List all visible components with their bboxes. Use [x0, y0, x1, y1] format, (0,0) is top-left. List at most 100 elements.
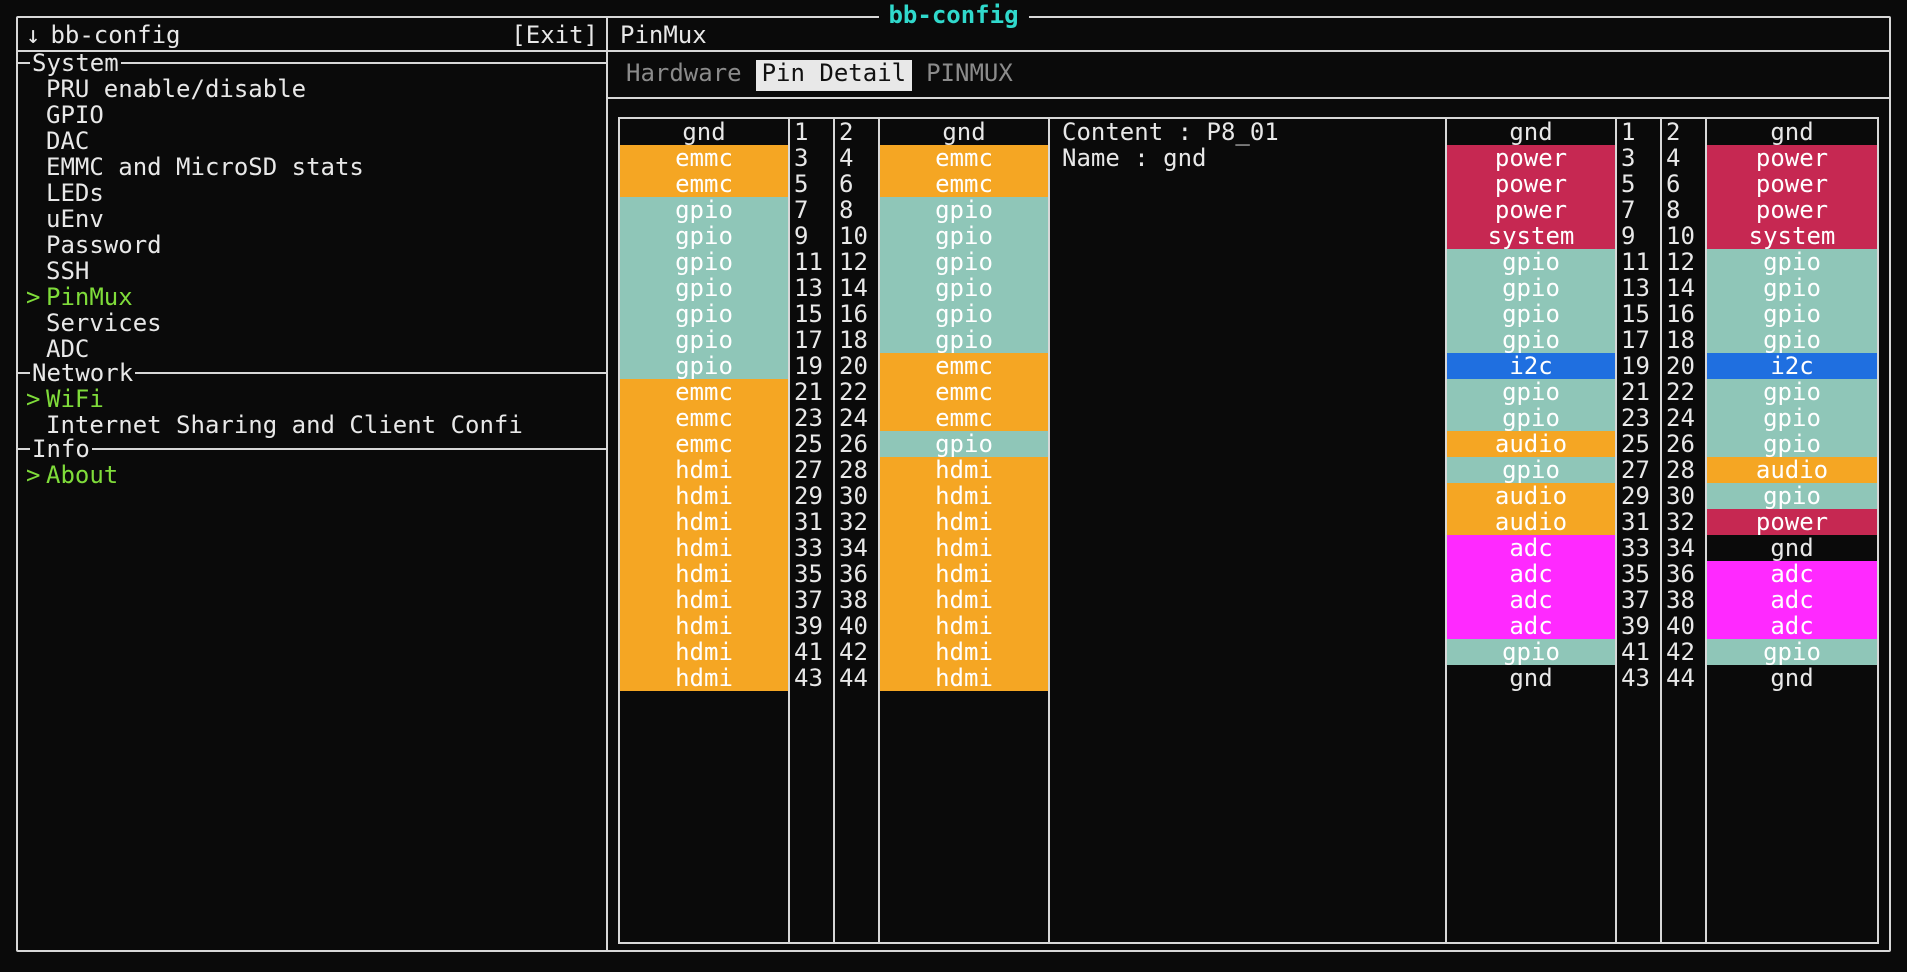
tab[interactable]: PINMUX [920, 60, 1019, 90]
pin-func-cell[interactable]: hdmi [880, 561, 1048, 587]
sidebar-item[interactable]: DAC [18, 128, 606, 154]
pin-func-cell[interactable]: gpio [880, 327, 1048, 353]
pin-func-cell[interactable]: gpio [880, 249, 1048, 275]
pin-func-cell[interactable]: gpio [880, 197, 1048, 223]
pin-func-cell[interactable]: gpio [1447, 457, 1615, 483]
pin-func-cell[interactable]: audio [1447, 483, 1615, 509]
pin-func-cell[interactable]: gnd [880, 119, 1048, 145]
pin-func-cell[interactable]: emmc [880, 353, 1048, 379]
sidebar-item[interactable]: SSH [18, 258, 606, 284]
pin-func-cell[interactable]: emmc [880, 171, 1048, 197]
pin-func-cell[interactable]: power [1707, 171, 1877, 197]
exit-button[interactable]: [Exit] [511, 22, 598, 48]
pin-func-cell[interactable]: gpio [620, 301, 788, 327]
pin-func-cell[interactable]: i2c [1447, 353, 1615, 379]
tab[interactable]: Pin Detail [756, 60, 913, 90]
pin-func-cell[interactable]: gpio [1447, 405, 1615, 431]
pin-func-cell[interactable]: adc [1707, 587, 1877, 613]
pin-func-cell[interactable]: adc [1447, 561, 1615, 587]
pin-func-cell[interactable]: gpio [1707, 405, 1877, 431]
pin-func-cell[interactable]: audio [1707, 457, 1877, 483]
pin-func-cell[interactable]: audio [1447, 509, 1615, 535]
pin-func-cell[interactable]: adc [1447, 613, 1615, 639]
sidebar-item[interactable]: uEnv [18, 206, 606, 232]
pin-func-cell[interactable]: hdmi [620, 639, 788, 665]
pin-func-cell[interactable]: gpio [1447, 639, 1615, 665]
pin-func-cell[interactable]: gpio [620, 275, 788, 301]
sidebar-item[interactable]: Internet Sharing and Client Confi [18, 412, 606, 438]
pin-func-cell[interactable]: i2c [1707, 353, 1877, 379]
pin-func-cell[interactable]: gpio [1707, 249, 1877, 275]
pin-func-cell[interactable]: gpio [1707, 327, 1877, 353]
sidebar-item[interactable]: LEDs [18, 180, 606, 206]
pin-func-cell[interactable]: hdmi [880, 509, 1048, 535]
sidebar-item[interactable]: >About [18, 462, 606, 488]
pin-func-cell[interactable]: hdmi [880, 639, 1048, 665]
pin-func-cell[interactable]: hdmi [880, 457, 1048, 483]
pin-func-cell[interactable]: gnd [620, 119, 788, 145]
pin-func-cell[interactable]: gpio [1447, 249, 1615, 275]
pin-func-cell[interactable]: hdmi [620, 665, 788, 691]
pin-func-cell[interactable]: system [1707, 223, 1877, 249]
pin-func-cell[interactable]: adc [1707, 561, 1877, 587]
pin-func-cell[interactable]: gnd [1447, 119, 1615, 145]
pin-func-cell[interactable]: hdmi [620, 613, 788, 639]
pin-func-cell[interactable]: adc [1447, 587, 1615, 613]
pin-func-cell[interactable]: gpio [880, 301, 1048, 327]
pin-func-cell[interactable]: gpio [880, 431, 1048, 457]
pin-func-cell[interactable]: gpio [1707, 275, 1877, 301]
pin-func-cell[interactable]: gnd [1707, 119, 1877, 145]
pin-func-cell[interactable]: hdmi [880, 587, 1048, 613]
pin-func-cell[interactable]: gpio [880, 223, 1048, 249]
pin-func-cell[interactable]: power [1447, 197, 1615, 223]
pin-func-cell[interactable]: hdmi [880, 535, 1048, 561]
pin-func-cell[interactable]: gpio [1447, 301, 1615, 327]
tab[interactable]: Hardware [620, 60, 748, 90]
pin-func-cell[interactable]: power [1447, 145, 1615, 171]
pin-func-cell[interactable]: hdmi [620, 457, 788, 483]
pin-func-cell[interactable]: power [1447, 171, 1615, 197]
sidebar-item[interactable]: PRU enable/disable [18, 76, 606, 102]
pin-func-cell[interactable]: gpio [1707, 483, 1877, 509]
pin-func-cell[interactable]: emmc [620, 405, 788, 431]
pin-func-cell[interactable]: gpio [880, 275, 1048, 301]
pin-func-cell[interactable]: gnd [1707, 535, 1877, 561]
pin-func-cell[interactable]: gpio [620, 249, 788, 275]
pin-func-cell[interactable]: gpio [1447, 275, 1615, 301]
pin-func-cell[interactable]: power [1707, 509, 1877, 535]
pin-func-cell[interactable]: gpio [620, 327, 788, 353]
pin-func-cell[interactable]: hdmi [620, 561, 788, 587]
pin-func-cell[interactable]: emmc [620, 171, 788, 197]
pin-func-cell[interactable]: gpio [620, 223, 788, 249]
pin-func-cell[interactable]: emmc [880, 379, 1048, 405]
sidebar-item[interactable]: Password [18, 232, 606, 258]
pin-func-cell[interactable]: hdmi [620, 483, 788, 509]
pin-func-cell[interactable]: adc [1447, 535, 1615, 561]
pin-func-cell[interactable]: hdmi [620, 587, 788, 613]
pin-func-cell[interactable]: power [1707, 145, 1877, 171]
pin-func-cell[interactable]: gnd [1707, 665, 1877, 691]
sidebar-item[interactable]: GPIO [18, 102, 606, 128]
pin-func-cell[interactable]: adc [1707, 613, 1877, 639]
pin-func-cell[interactable]: emmc [880, 405, 1048, 431]
pin-func-cell[interactable]: emmc [880, 145, 1048, 171]
pin-func-cell[interactable]: hdmi [620, 509, 788, 535]
pin-func-cell[interactable]: system [1447, 223, 1615, 249]
sidebar-item[interactable]: >WiFi [18, 386, 606, 412]
pin-func-cell[interactable]: hdmi [620, 535, 788, 561]
pin-func-cell[interactable]: hdmi [880, 613, 1048, 639]
pin-func-cell[interactable]: gpio [1707, 301, 1877, 327]
pin-func-cell[interactable]: gpio [1447, 379, 1615, 405]
pin-func-cell[interactable]: gpio [1707, 431, 1877, 457]
pin-func-cell[interactable]: emmc [620, 431, 788, 457]
pin-func-cell[interactable]: audio [1447, 431, 1615, 457]
sidebar-item[interactable]: >PinMux [18, 284, 606, 310]
pin-func-cell[interactable]: gpio [1707, 379, 1877, 405]
pin-func-cell[interactable]: gpio [1447, 327, 1615, 353]
sidebar-item[interactable]: Services [18, 310, 606, 336]
pin-func-cell[interactable]: gpio [620, 197, 788, 223]
pin-func-cell[interactable]: gpio [1707, 639, 1877, 665]
sidebar-item[interactable]: EMMC and MicroSD stats [18, 154, 606, 180]
pin-func-cell[interactable]: gnd [1447, 665, 1615, 691]
pin-func-cell[interactable]: hdmi [880, 665, 1048, 691]
